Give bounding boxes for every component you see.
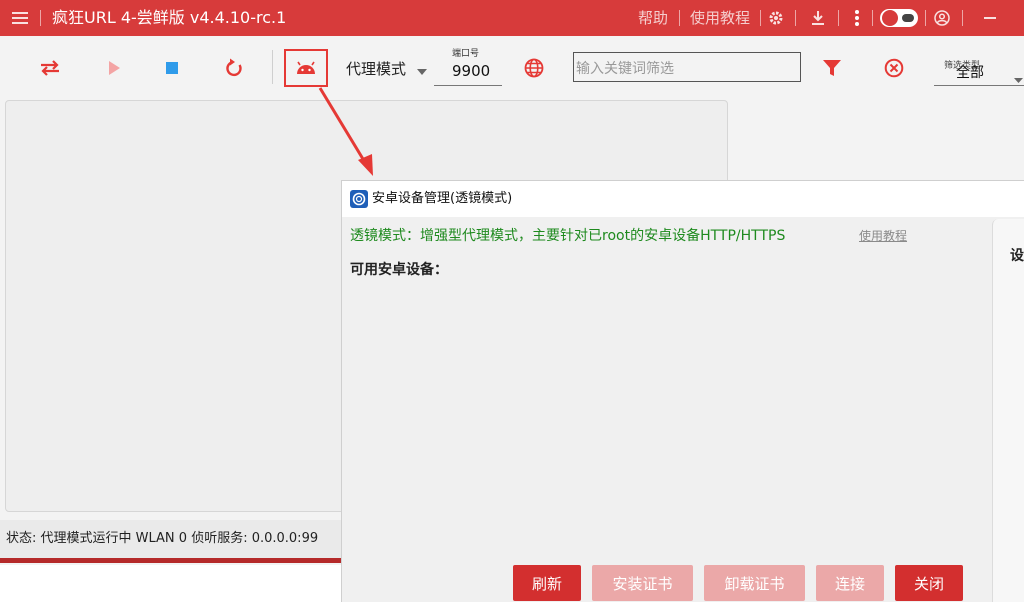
connect-button[interactable]: 连接 bbox=[816, 565, 884, 601]
minimize-icon[interactable] bbox=[980, 8, 1000, 28]
title-separator bbox=[925, 10, 926, 26]
hamburger-menu-icon[interactable] bbox=[10, 9, 30, 27]
swap-icon[interactable] bbox=[38, 56, 62, 80]
filter-icon[interactable] bbox=[820, 56, 844, 80]
toolbar: 代理模式 端口号 9900 输入关键词筛选 筛选类型 全部 bbox=[0, 36, 1024, 100]
toggle-track-icon bbox=[902, 14, 914, 22]
title-separator bbox=[795, 10, 796, 26]
title-separator bbox=[872, 10, 873, 26]
refresh-button[interactable]: 刷新 bbox=[513, 565, 581, 601]
title-separator bbox=[962, 10, 963, 26]
port-input[interactable]: 9900 bbox=[434, 58, 502, 86]
android-device-dialog: 安卓设备管理(透镜模式) 透镜模式：增强型代理模式，主要针对已root的安卓设备… bbox=[341, 180, 1024, 602]
toggle-knob-icon bbox=[882, 10, 898, 26]
lens-mode-hint: 透镜模式：增强型代理模式，主要针对已root的安卓设备HTTP/HTTPS bbox=[350, 228, 786, 244]
filter-type-select[interactable]: 筛选类型 全部 bbox=[934, 50, 1024, 86]
title-separator bbox=[838, 10, 839, 26]
status-accent-line bbox=[0, 558, 345, 563]
globe-icon[interactable] bbox=[522, 56, 546, 80]
dropdown-caret-icon[interactable] bbox=[417, 60, 427, 79]
install-cert-button[interactable]: 安装证书 bbox=[592, 565, 693, 601]
annotation-arrow-icon bbox=[318, 87, 373, 176]
dialog-title: 安卓设备管理(透镜模式) bbox=[372, 191, 513, 206]
stop-icon[interactable] bbox=[160, 56, 184, 80]
app-logo-icon bbox=[350, 190, 368, 208]
keyword-filter-placeholder: 输入关键词筛选 bbox=[576, 61, 674, 77]
restart-icon[interactable] bbox=[222, 56, 246, 80]
title-separator bbox=[40, 10, 41, 26]
tutorial-link[interactable]: 使用教程 bbox=[690, 0, 750, 36]
available-devices-label: 可用安卓设备： bbox=[350, 262, 448, 278]
more-vertical-icon[interactable] bbox=[848, 8, 866, 28]
title-separator bbox=[760, 10, 761, 26]
port-value: 9900 bbox=[452, 62, 491, 80]
dropdown-caret-icon[interactable] bbox=[1014, 68, 1023, 87]
settings-panel: 设 bbox=[992, 219, 1024, 602]
toolbar-divider bbox=[272, 50, 273, 84]
status-bar: 状态: 代理模式运行中 WLAN 0 侦听服务: 0.0.0.0:99 bbox=[0, 520, 345, 558]
android-icon bbox=[297, 61, 315, 74]
play-icon[interactable] bbox=[102, 56, 126, 80]
user-account-icon[interactable] bbox=[932, 8, 952, 28]
proxy-mode-select[interactable]: 代理模式 bbox=[346, 58, 406, 79]
android-button[interactable] bbox=[284, 49, 328, 87]
uninstall-cert-button[interactable]: 卸载证书 bbox=[704, 565, 805, 601]
theme-toggle[interactable] bbox=[880, 9, 918, 27]
title-bar: 疯狂URL 4-尝鲜版 v4.4.10-rc.1 帮助 使用教程 bbox=[0, 0, 1024, 36]
keyword-filter-input[interactable]: 输入关键词筛选 bbox=[573, 52, 801, 82]
device-list[interactable] bbox=[342, 291, 992, 556]
screen: 疯狂URL 4-尝鲜版 v4.4.10-rc.1 帮助 使用教程 代理模式 端口… bbox=[0, 0, 1024, 602]
dialog-tutorial-link[interactable]: 使用教程 bbox=[859, 227, 907, 244]
settings-label: 设 bbox=[1010, 248, 1024, 264]
download-icon[interactable] bbox=[808, 8, 828, 28]
title-separator bbox=[679, 10, 680, 26]
gear-icon[interactable] bbox=[766, 8, 786, 28]
clear-filter-icon[interactable] bbox=[882, 56, 906, 80]
dialog-title-bar: 安卓设备管理(透镜模式) bbox=[342, 181, 1024, 217]
app-title: 疯狂URL 4-尝鲜版 v4.4.10-rc.1 bbox=[52, 8, 287, 27]
filter-type-value: 全部 bbox=[956, 65, 984, 81]
close-button[interactable]: 关闭 bbox=[895, 565, 963, 601]
help-link[interactable]: 帮助 bbox=[638, 0, 668, 36]
